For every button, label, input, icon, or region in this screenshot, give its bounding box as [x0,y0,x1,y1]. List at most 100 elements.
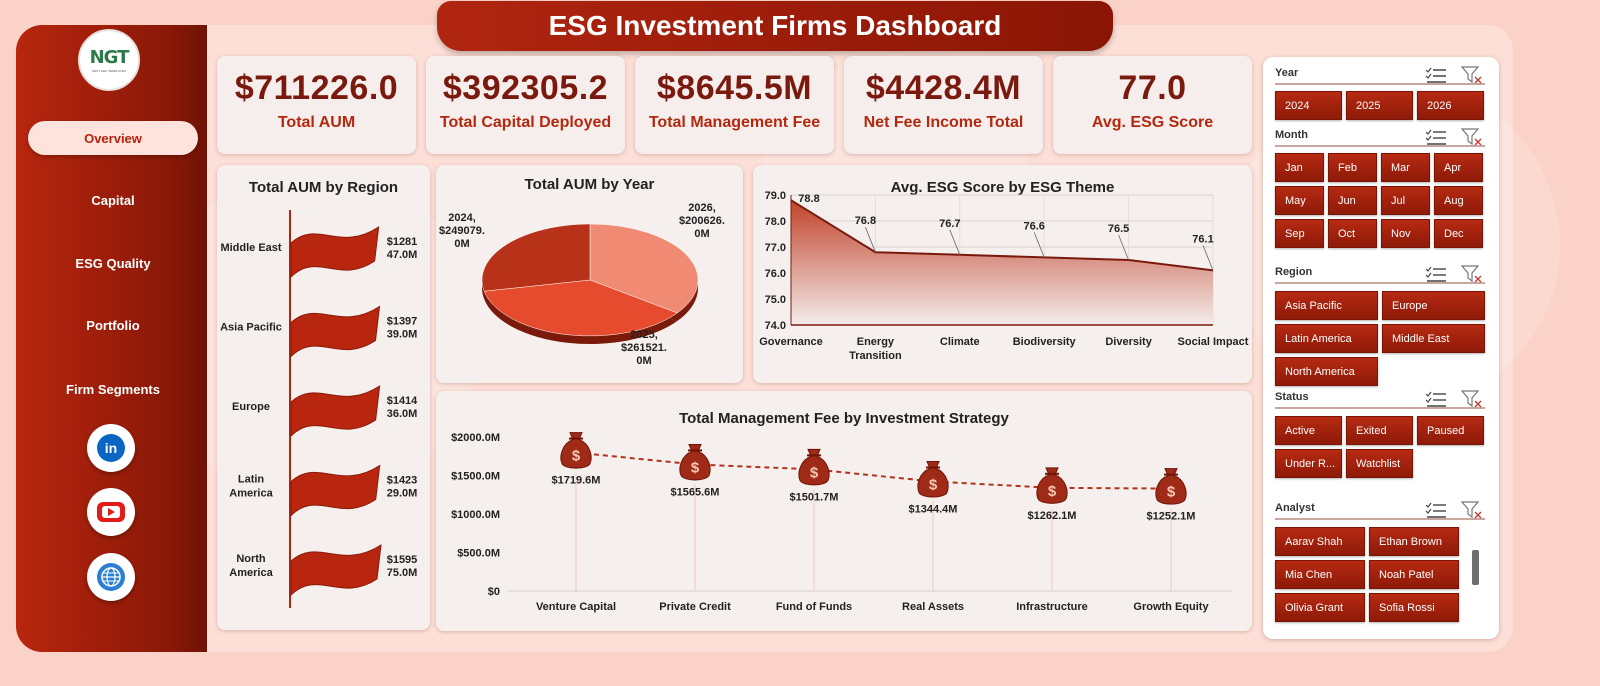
slicer-year-2026[interactable]: 2026 [1417,91,1484,120]
youtube-button[interactable] [87,488,135,536]
slicer-header-icons [1425,390,1483,413]
slicer-title: Analyst [1275,502,1315,514]
kpi-label: Total Capital Deployed [439,114,612,131]
slicer-month-nov[interactable]: Nov [1381,219,1430,248]
x-tick-label: Biodiversity [1013,336,1077,348]
slicer-month-feb[interactable]: Feb [1328,153,1377,182]
slicer-month-apr[interactable]: Apr [1434,153,1483,182]
kpi-net-fee-income: $4428.4M Net Fee Income Total [844,56,1043,154]
clear-filter-icon[interactable] [1460,265,1483,283]
slicer-month-jul[interactable]: Jul [1381,186,1430,215]
fee-chart-svg: $0 $500.0M $1000.0M $1500.0M $2000.0M $ $1719.… [451,432,1232,613]
slicer-status-paused[interactable]: Paused [1417,416,1484,445]
x-tick-label: Climate [940,336,980,348]
slicer-status-watchlist[interactable]: Watchlist [1346,449,1413,478]
slicer-month-sep[interactable]: Sep [1275,219,1324,248]
region-label: North America [229,553,273,579]
multi-select-icon[interactable] [1425,391,1447,408]
kpi-label: Total Management Fee [648,114,821,131]
slicer-analyst-ethan-brown[interactable]: Ethan Brown [1369,527,1459,556]
region-data-label: $1414 36.0M [387,395,418,420]
region-flag-bar [290,225,380,279]
slicer-region-middle-east[interactable]: Middle East [1382,324,1485,353]
chart-fee-by-strategy: Total Management Fee by Investment Strat… [436,391,1252,631]
slicer-title: Month [1275,129,1308,141]
multi-select-icon[interactable] [1425,67,1447,84]
x-tick-label: Social Impact [1178,336,1249,348]
nav-capital[interactable]: Capital [28,183,198,217]
money-bag-icon: $ [560,432,592,469]
slicer-month-may[interactable]: May [1275,186,1324,215]
slicer-analyst-aarav-shah[interactable]: Aarav Shah [1275,527,1365,556]
multi-select-icon[interactable] [1425,502,1447,519]
slicer-analyst-sofia-rossi[interactable]: Sofia Rossi [1369,593,1459,622]
multi-select-icon[interactable] [1425,129,1447,146]
y-tick-label: 74.0 [765,320,786,332]
y-tick-label: $0 [488,586,500,598]
logo-subtext: NEXT GEN TEMPLATES [92,69,126,73]
money-bag-icon: $ [679,443,711,481]
slicer-region-asia-pacific[interactable]: Asia Pacific [1275,291,1378,320]
linkedin-button[interactable]: in [87,424,135,472]
y-tick-label: 76.0 [765,268,786,280]
nav-firm-segments[interactable]: Firm Segments [28,372,198,406]
analyst-scrollbar[interactable] [1472,550,1479,585]
pie-data-label: 2024, $249079. 0M [439,212,485,250]
slicer-year-2025[interactable]: 2025 [1346,91,1413,120]
clear-filter-icon[interactable] [1460,501,1483,519]
label-leader-line [1202,245,1214,271]
slicer-region-north-america[interactable]: North America [1275,357,1378,386]
y-tick-label: $2000.0M [451,432,500,444]
chart-aum-by-region: Total AUM by Region Middle East $1281 47.0… [217,165,430,630]
slicer-status-exited[interactable]: Exited [1346,416,1413,445]
x-tick-label: Governance [759,336,823,348]
nav-overview[interactable]: Overview [28,121,198,155]
kpi-label: Avg. ESG Score [1091,114,1214,131]
kpi-label: Net Fee Income Total [863,114,1024,131]
y-tick-label: 78.0 [765,216,786,228]
y-tick-label: 77.0 [765,242,786,254]
slicer-region-latin-america[interactable]: Latin America [1275,324,1378,353]
x-tick-label: Private Credit [659,601,731,613]
svg-text:$: $ [810,464,819,481]
slicer-year-2024[interactable]: 2024 [1275,91,1342,120]
slicer-status-underr[interactable]: Under R... [1275,449,1342,478]
kpi-value: $392305.2 [442,69,609,107]
slicer-month-mar[interactable]: Mar [1381,153,1430,182]
nav-esg-quality[interactable]: ESG Quality [28,246,198,280]
clear-filter-icon[interactable] [1460,128,1483,146]
slicer-header-year: Year [1275,65,1485,85]
slicer-month-oct[interactable]: Oct [1328,219,1377,248]
region-data-label: $1281 47.0M [387,236,418,261]
slicer-header-icons [1425,66,1483,89]
slicer-month-jan[interactable]: Jan [1275,153,1324,182]
multi-select-icon[interactable] [1425,266,1447,283]
website-button[interactable] [87,553,135,601]
slicer-header-month: Month [1275,127,1485,147]
region-label: Latin America [229,474,273,500]
clear-filter-icon[interactable] [1460,66,1483,84]
slicer-month-aug[interactable]: Aug [1434,186,1483,215]
slicer-region-europe[interactable]: Europe [1382,291,1485,320]
region-data-label: $1397 39.0M [387,316,418,341]
slicer-month-dec[interactable]: Dec [1434,219,1483,248]
region-data-label: $1595 75.0M [387,554,418,579]
youtube-icon [97,502,125,522]
slicer-month-jun[interactable]: Jun [1328,186,1377,215]
kpi-value: 77.0 [1118,69,1187,107]
label-leader-line [1033,232,1045,258]
sidebar: NGT NEXT GEN TEMPLATES Overview Capital … [16,25,207,652]
slicer-status-active[interactable]: Active [1275,416,1342,445]
slicer-header-analyst: Analyst [1275,500,1485,520]
slicer-analyst-noah-patel[interactable]: Noah Patel [1369,560,1459,589]
svg-text:$: $ [691,459,700,476]
kpi-total-capital-deployed: $392305.2 Total Capital Deployed [426,56,625,154]
slicer-analyst-mia-chen[interactable]: Mia Chen [1275,560,1365,589]
fee-data-label: $1719.6M [552,475,601,487]
slicer-analyst-olivia-grant[interactable]: Olivia Grant [1275,593,1365,622]
region-flag-bar [290,544,382,597]
page-title: ESG Investment Firms Dashboard [437,1,1113,51]
clear-filter-icon[interactable] [1460,390,1483,408]
y-tick-label: 79.0 [765,190,786,202]
nav-portfolio[interactable]: Portfolio [28,308,198,342]
